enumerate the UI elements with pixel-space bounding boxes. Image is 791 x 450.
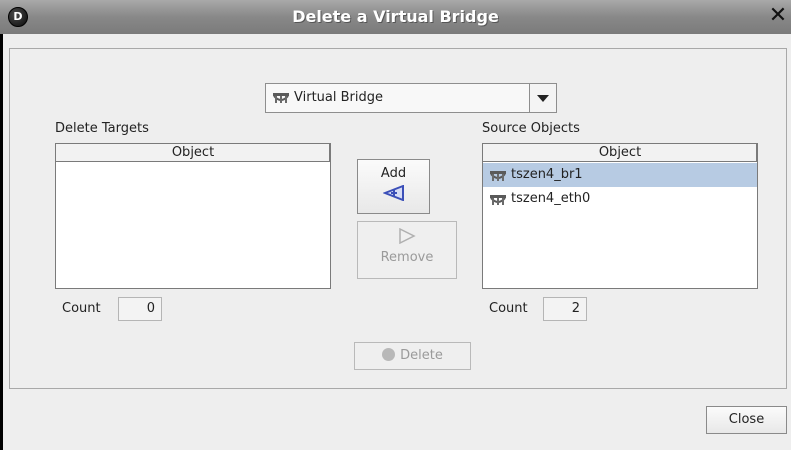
virtual-bridge-icon xyxy=(273,93,289,103)
chevron-down-icon[interactable] xyxy=(529,84,556,112)
delete-targets-count-label: Count xyxy=(62,301,101,316)
delete-targets-column-header[interactable]: Object xyxy=(56,144,330,162)
list-item-label: tszen4_eth0 xyxy=(511,191,591,206)
delete-targets-list[interactable]: Object xyxy=(55,143,331,289)
list-item[interactable]: tszen4_br1 xyxy=(483,163,757,187)
delete-icon xyxy=(382,348,396,361)
source-objects-list[interactable]: Object tszen4_br1 tszen4_eth0 xyxy=(482,143,758,289)
main-panel: Virtual Bridge Delete Targets Object Cou… xyxy=(9,48,787,389)
source-objects-count-label: Count xyxy=(489,301,528,316)
add-button[interactable]: Add xyxy=(357,159,430,214)
object-type-select[interactable]: Virtual Bridge xyxy=(265,83,557,113)
virtual-bridge-icon xyxy=(490,195,506,205)
source-objects-label: Source Objects xyxy=(482,121,580,136)
delete-targets-count: 0 xyxy=(118,297,162,321)
arrow-left-icon xyxy=(381,184,404,202)
dialog-body: Virtual Bridge Delete Targets Object Cou… xyxy=(0,34,791,450)
column-header-label: Object xyxy=(598,145,642,160)
list-item[interactable]: tszen4_eth0 xyxy=(483,187,757,211)
delete-button[interactable]: Delete xyxy=(354,342,471,370)
source-objects-column-header[interactable]: Object xyxy=(483,144,757,162)
close-button[interactable]: Close xyxy=(706,406,787,434)
virtual-bridge-icon xyxy=(490,171,506,181)
add-button-label: Add xyxy=(380,166,407,181)
window-close-icon[interactable]: ✕ xyxy=(767,3,789,29)
delete-button-label: Delete xyxy=(400,348,443,363)
arrow-right-icon xyxy=(399,227,416,245)
list-item-label: tszen4_br1 xyxy=(511,167,583,182)
remove-button-label: Remove xyxy=(380,250,434,265)
column-header-label: Object xyxy=(171,145,215,160)
object-type-value: Virtual Bridge xyxy=(294,90,383,105)
source-objects-count: 2 xyxy=(543,297,587,321)
remove-button[interactable]: Remove xyxy=(357,221,457,279)
delete-targets-label: Delete Targets xyxy=(55,121,149,136)
window-title: Delete a Virtual Bridge xyxy=(292,7,499,26)
title-bar: D Delete a Virtual Bridge ✕ xyxy=(0,0,791,35)
